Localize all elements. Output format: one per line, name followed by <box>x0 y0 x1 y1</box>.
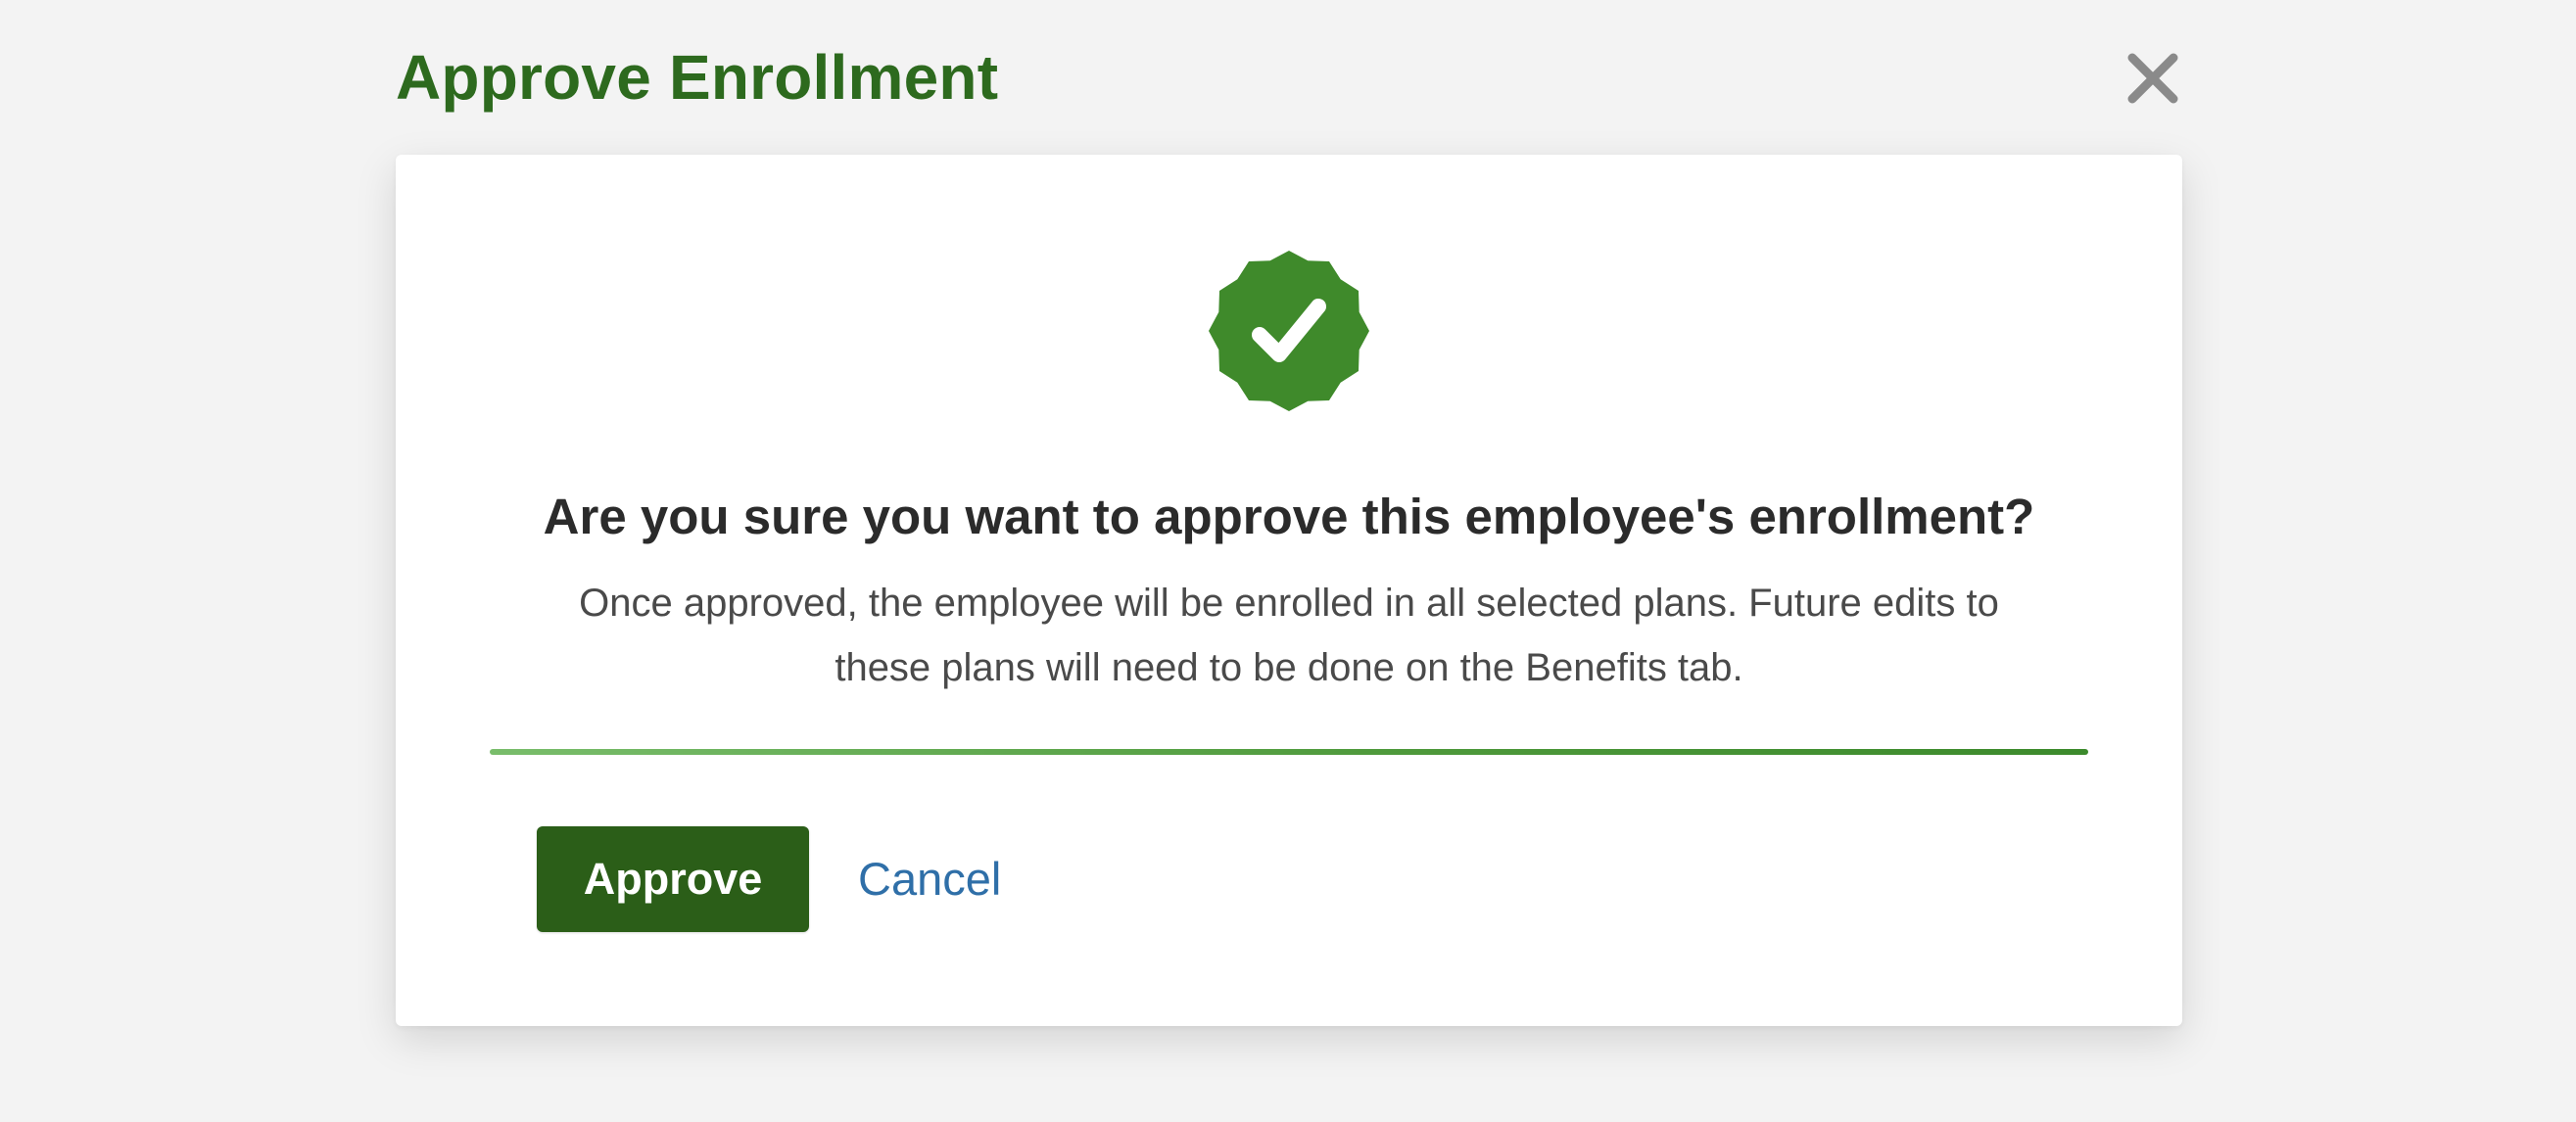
cancel-link[interactable]: Cancel <box>858 848 1001 911</box>
approve-button[interactable]: Approve <box>537 826 809 932</box>
modal-header: Approve Enrollment <box>396 37 2182 125</box>
close-button[interactable] <box>2123 49 2182 108</box>
approve-enrollment-dialog: Are you sure you want to approve this em… <box>396 155 2182 1026</box>
divider <box>490 749 2088 755</box>
confirm-heading: Are you sure you want to approve this em… <box>543 489 2035 544</box>
confirm-message: Once approved, the employee will be enro… <box>579 582 1999 689</box>
close-icon <box>2123 49 2182 108</box>
modal-title: Approve Enrollment <box>396 42 999 113</box>
verified-badge-check-icon <box>1209 251 1369 411</box>
